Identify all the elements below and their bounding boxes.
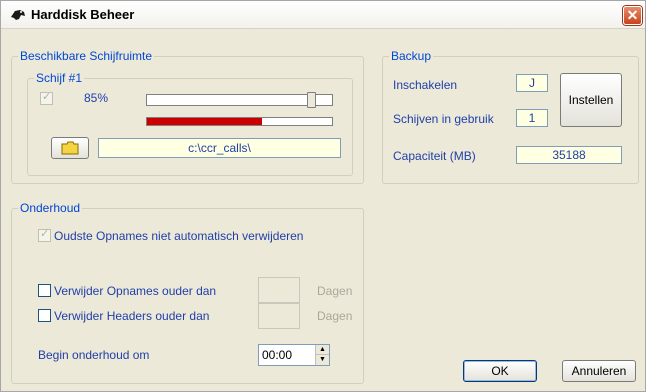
- settings-button[interactable]: Instellen: [560, 73, 622, 127]
- ok-button[interactable]: OK: [463, 360, 537, 382]
- disk-1-usage-bar: [146, 117, 333, 126]
- backup-group: Backup Inschakelen J Schijven in gebruik…: [382, 49, 639, 184]
- start-maintenance-label: Begin onderhoud om: [38, 348, 150, 362]
- folder-icon: [61, 141, 79, 155]
- disk-1-checkbox[interactable]: ✓: [40, 91, 53, 105]
- disk-space-group: Beschikbare Schijfruimte Schijf #1 ✓ 85%…: [11, 49, 364, 184]
- backup-enable-field[interactable]: J: [516, 74, 548, 92]
- start-time-value: 00:00: [262, 348, 293, 362]
- capacity-field[interactable]: 35188: [516, 146, 622, 164]
- maintenance-group-label: Onderhoud: [18, 201, 83, 215]
- checkmark-icon: ✓: [40, 228, 50, 240]
- checkmark-icon: ✓: [42, 91, 52, 103]
- keep-oldest-label: Oudste Opnames niet automatisch verwijde…: [54, 229, 304, 243]
- close-icon: ✕: [626, 7, 639, 23]
- capacity-label: Capaciteit (MB): [393, 149, 476, 163]
- delete-headers-days-unit: Dagen: [317, 309, 353, 323]
- backup-enable-label: Inschakelen: [393, 78, 458, 92]
- app-icon: [11, 10, 25, 20]
- disk-1-threshold-slider[interactable]: [146, 92, 333, 108]
- delete-recordings-days-unit: Dagen: [317, 284, 353, 298]
- spin-down-icon[interactable]: ▼: [316, 355, 329, 365]
- close-button[interactable]: ✕: [623, 6, 642, 25]
- disks-in-use-field[interactable]: 1: [516, 109, 548, 127]
- browse-folder-button[interactable]: [51, 137, 89, 159]
- disk-1-percent: 85%: [84, 91, 109, 105]
- delete-recordings-days-input[interactable]: [258, 277, 300, 303]
- spin-up-icon[interactable]: ▲: [316, 345, 329, 355]
- maintenance-group: Onderhoud ✓ Oudste Opnames niet automati…: [11, 201, 364, 384]
- disk-space-group-label: Beschikbare Schijfruimte: [18, 49, 155, 63]
- spinner-buttons: ▲ ▼: [315, 345, 329, 365]
- keep-oldest-checkbox[interactable]: ✓: [38, 228, 51, 242]
- disk-1-path-field[interactable]: c:\ccr_calls\: [98, 138, 341, 158]
- delete-recordings-checkbox[interactable]: [38, 284, 51, 297]
- disks-in-use-label: Schijven in gebruik: [393, 112, 494, 126]
- backup-group-label: Backup: [389, 49, 434, 63]
- disk-1-group: Schijf #1 ✓ 85% c:\ccr_calls\: [27, 71, 353, 176]
- dialog-window: Harddisk Beheer ✕ Beschikbare Schijfruim…: [0, 0, 646, 392]
- cancel-button[interactable]: Annuleren: [562, 360, 636, 382]
- window-title: Harddisk Beheer: [31, 7, 135, 22]
- delete-headers-days-input[interactable]: [258, 303, 300, 329]
- delete-headers-label: Verwijder Headers ouder dan: [54, 309, 210, 323]
- start-time-spinner[interactable]: 00:00 ▲ ▼: [258, 344, 330, 366]
- disk-1-label: Schijf #1: [34, 71, 85, 85]
- usage-fill: [147, 118, 262, 125]
- slider-thumb[interactable]: [307, 92, 316, 108]
- delete-headers-checkbox[interactable]: [38, 309, 51, 322]
- title-bar[interactable]: Harddisk Beheer ✕: [1, 1, 645, 29]
- delete-recordings-label: Verwijder Opnames ouder dan: [54, 284, 217, 298]
